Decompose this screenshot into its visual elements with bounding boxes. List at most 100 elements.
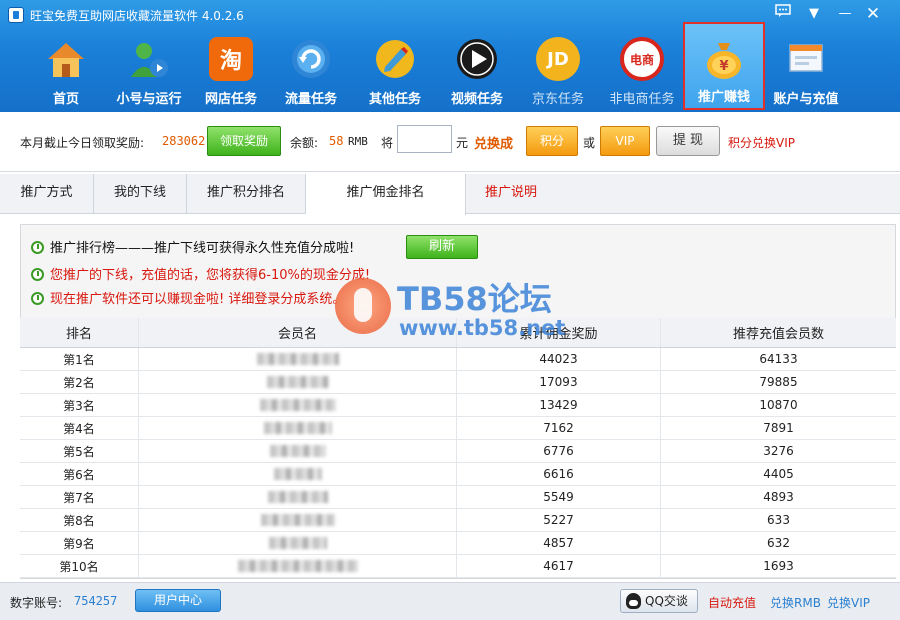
auto-recharge-link[interactable]: 自动充值 xyxy=(708,594,756,611)
members-count-cell: 1693 xyxy=(763,559,794,573)
members-count-cell: 79885 xyxy=(759,375,798,389)
exchange-rmb-link[interactable]: 兑换RMB xyxy=(770,594,821,611)
qq-chat-button[interactable]: QQ交谈 xyxy=(620,589,698,613)
pencil-task-icon xyxy=(373,37,417,81)
money-bag-icon: ¥ xyxy=(702,37,746,81)
month-reward-value: 283062 xyxy=(162,134,206,148)
table-row: 第6名 6616 4405 xyxy=(20,463,896,486)
account-label: 数字账号: xyxy=(10,596,63,610)
table-row: 第9名 4857 632 xyxy=(20,532,896,555)
app-header: 旺宝免费互助网店收藏流量软件 4.0.2.6 ▼ — ✕ 首页 小号与运行 淘 … xyxy=(0,0,900,112)
rank-cell: 第9名 xyxy=(20,532,139,554)
header-rank: 排名 xyxy=(20,318,139,347)
reward-cell: 5549 xyxy=(457,486,661,508)
members-count-cell: 632 xyxy=(767,536,790,550)
exchange-vip-link[interactable]: 兑换VIP xyxy=(827,594,870,611)
rank-cell: 第1名 xyxy=(20,348,139,370)
reward-cell: 13429 xyxy=(457,394,661,416)
tab-commission-ranking[interactable]: 推广佣金排名 xyxy=(306,174,466,215)
rank-cell: 第10名 xyxy=(20,555,139,577)
no-ecommerce-icon: 电商 xyxy=(620,37,664,81)
refresh-button[interactable]: 刷新 xyxy=(406,235,478,259)
clock-icon xyxy=(31,292,44,305)
reward-cell: 17093 xyxy=(457,371,661,393)
amount-input[interactable] xyxy=(397,125,452,153)
points-vip-link[interactable]: 积分兑换VIP xyxy=(728,134,795,151)
app-logo-icon xyxy=(8,7,24,23)
nav-jd-task[interactable]: JD 京东任务 xyxy=(522,30,594,112)
nav-video-task[interactable]: 视频任务 xyxy=(442,30,512,112)
nav-promote-earn[interactable]: ¥ 推广赚钱 xyxy=(683,22,765,110)
home-icon xyxy=(44,37,88,81)
clock-icon xyxy=(31,268,44,281)
withdraw-button[interactable]: 提 现 xyxy=(656,126,720,156)
member-cell xyxy=(139,486,457,508)
info-line-earn-cash: 现在推广软件还可以赚现金啦! 详细登录分成系统。 xyxy=(31,288,345,307)
play-video-icon xyxy=(455,37,499,81)
reward-cell: 7162 xyxy=(457,417,661,439)
member-cell xyxy=(139,371,457,393)
members-count-cell: 64133 xyxy=(759,352,798,366)
rank-cell: 第5名 xyxy=(20,440,139,462)
table-row: 第4名 7162 7891 xyxy=(20,417,896,440)
reward-bar: 本月截止今日领取奖励: 283062 领取奖励 余额: 58 RMB 将 元 兑… xyxy=(0,112,900,172)
tab-promote-method[interactable]: 推广方式 xyxy=(0,174,94,214)
blurred-member-name xyxy=(260,514,335,526)
nav-flow-task[interactable]: 流量任务 xyxy=(276,30,346,112)
message-icon[interactable] xyxy=(772,4,794,24)
user-run-icon xyxy=(127,37,171,81)
nav-non-ecommerce-task[interactable]: 电商 非电商任务 xyxy=(604,30,680,112)
points-button[interactable]: 积分 xyxy=(526,126,578,156)
table-row: 第3名 13429 10870 xyxy=(20,394,896,417)
taobao-icon: 淘 xyxy=(209,37,253,81)
reward-cell: 44023 xyxy=(457,348,661,370)
tab-my-downline[interactable]: 我的下线 xyxy=(94,174,187,214)
status-bar: 数字账号: 754257 用户中心 QQ交谈 自动充值 兑换RMB 兑换VIP xyxy=(0,582,900,620)
menu-down-icon[interactable]: ▼ xyxy=(803,4,825,24)
header-member: 会员名 xyxy=(139,318,457,347)
rank-cell: 第7名 xyxy=(20,486,139,508)
tab-promote-help[interactable]: 推广说明 xyxy=(466,174,556,214)
blurred-member-name xyxy=(266,376,329,388)
rank-cell: 第4名 xyxy=(20,417,139,439)
blurred-member-name xyxy=(269,445,326,457)
close-icon[interactable]: ✕ xyxy=(862,4,884,24)
members-count-cell: 4893 xyxy=(763,490,794,504)
minimize-icon[interactable]: — xyxy=(834,4,856,24)
nav-account-recharge[interactable]: 账户与充值 xyxy=(768,30,844,112)
rank-cell: 第3名 xyxy=(20,394,139,416)
tab-bar: 推广方式 我的下线 推广积分排名 推广佣金排名 推广说明 xyxy=(0,174,900,215)
table-header: 排名 会员名 累计佣金奖励 推荐充值会员数 xyxy=(20,318,896,348)
refresh-flow-icon xyxy=(289,37,333,81)
month-reward-label: 本月截止今日领取奖励: xyxy=(20,136,145,150)
members-count-cell: 10870 xyxy=(759,398,798,412)
convert-to-label: 兑换成 xyxy=(474,137,514,152)
rank-cell: 第8名 xyxy=(20,509,139,531)
member-cell xyxy=(139,440,457,462)
user-center-button[interactable]: 用户中心 xyxy=(135,589,221,612)
clock-icon xyxy=(31,241,44,254)
info-line-ranking: 推广排行榜———推广下线可获得永久性充值分成啦! xyxy=(31,237,354,256)
table-row: 第10名 4617 1693 xyxy=(20,555,896,578)
balance-label: 余额: xyxy=(290,136,319,150)
nav-account-run[interactable]: 小号与运行 xyxy=(110,30,188,112)
or-label: 或 xyxy=(583,136,596,150)
rank-cell: 第2名 xyxy=(20,371,139,393)
main-nav: 首页 小号与运行 淘 网店任务 流量任务 其他任务 视频任务 JD 京东任务 电… xyxy=(0,22,900,112)
blurred-member-name xyxy=(263,422,332,434)
nav-other-task[interactable]: 其他任务 xyxy=(360,30,430,112)
vip-button[interactable]: VIP xyxy=(600,126,650,156)
blurred-member-name xyxy=(256,353,339,365)
reward-cell: 4617 xyxy=(457,555,661,577)
nav-home[interactable]: 首页 xyxy=(30,30,102,112)
account-value: 754257 xyxy=(74,594,118,608)
tab-points-ranking[interactable]: 推广积分排名 xyxy=(187,174,306,214)
table-row: 第7名 5549 4893 xyxy=(20,486,896,509)
balance-unit: RMB xyxy=(348,135,368,148)
rank-cell: 第6名 xyxy=(20,463,139,485)
nav-shop-task[interactable]: 淘 网店任务 xyxy=(196,30,266,112)
member-cell xyxy=(139,348,457,370)
claim-reward-button[interactable]: 领取奖励 xyxy=(207,126,281,156)
app-title: 旺宝免费互助网店收藏流量软件 4.0.2.6 xyxy=(30,9,244,23)
info-line-commission: 您推广的下线，充值的话，您将获得6-10%的现金分成! xyxy=(31,264,370,283)
